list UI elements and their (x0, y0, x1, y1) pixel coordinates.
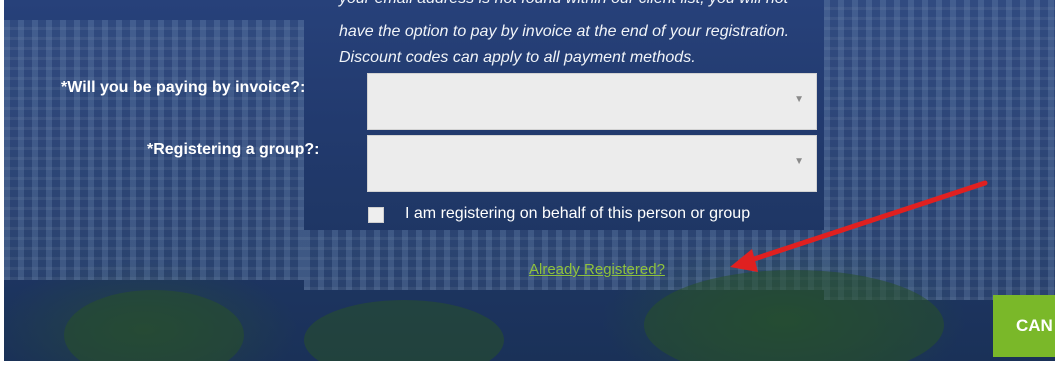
red-arrow-icon (730, 180, 988, 272)
arrow-head (730, 249, 758, 272)
page-frame: your email address is not found within o… (0, 0, 1055, 366)
arrow-shaft (742, 180, 988, 265)
